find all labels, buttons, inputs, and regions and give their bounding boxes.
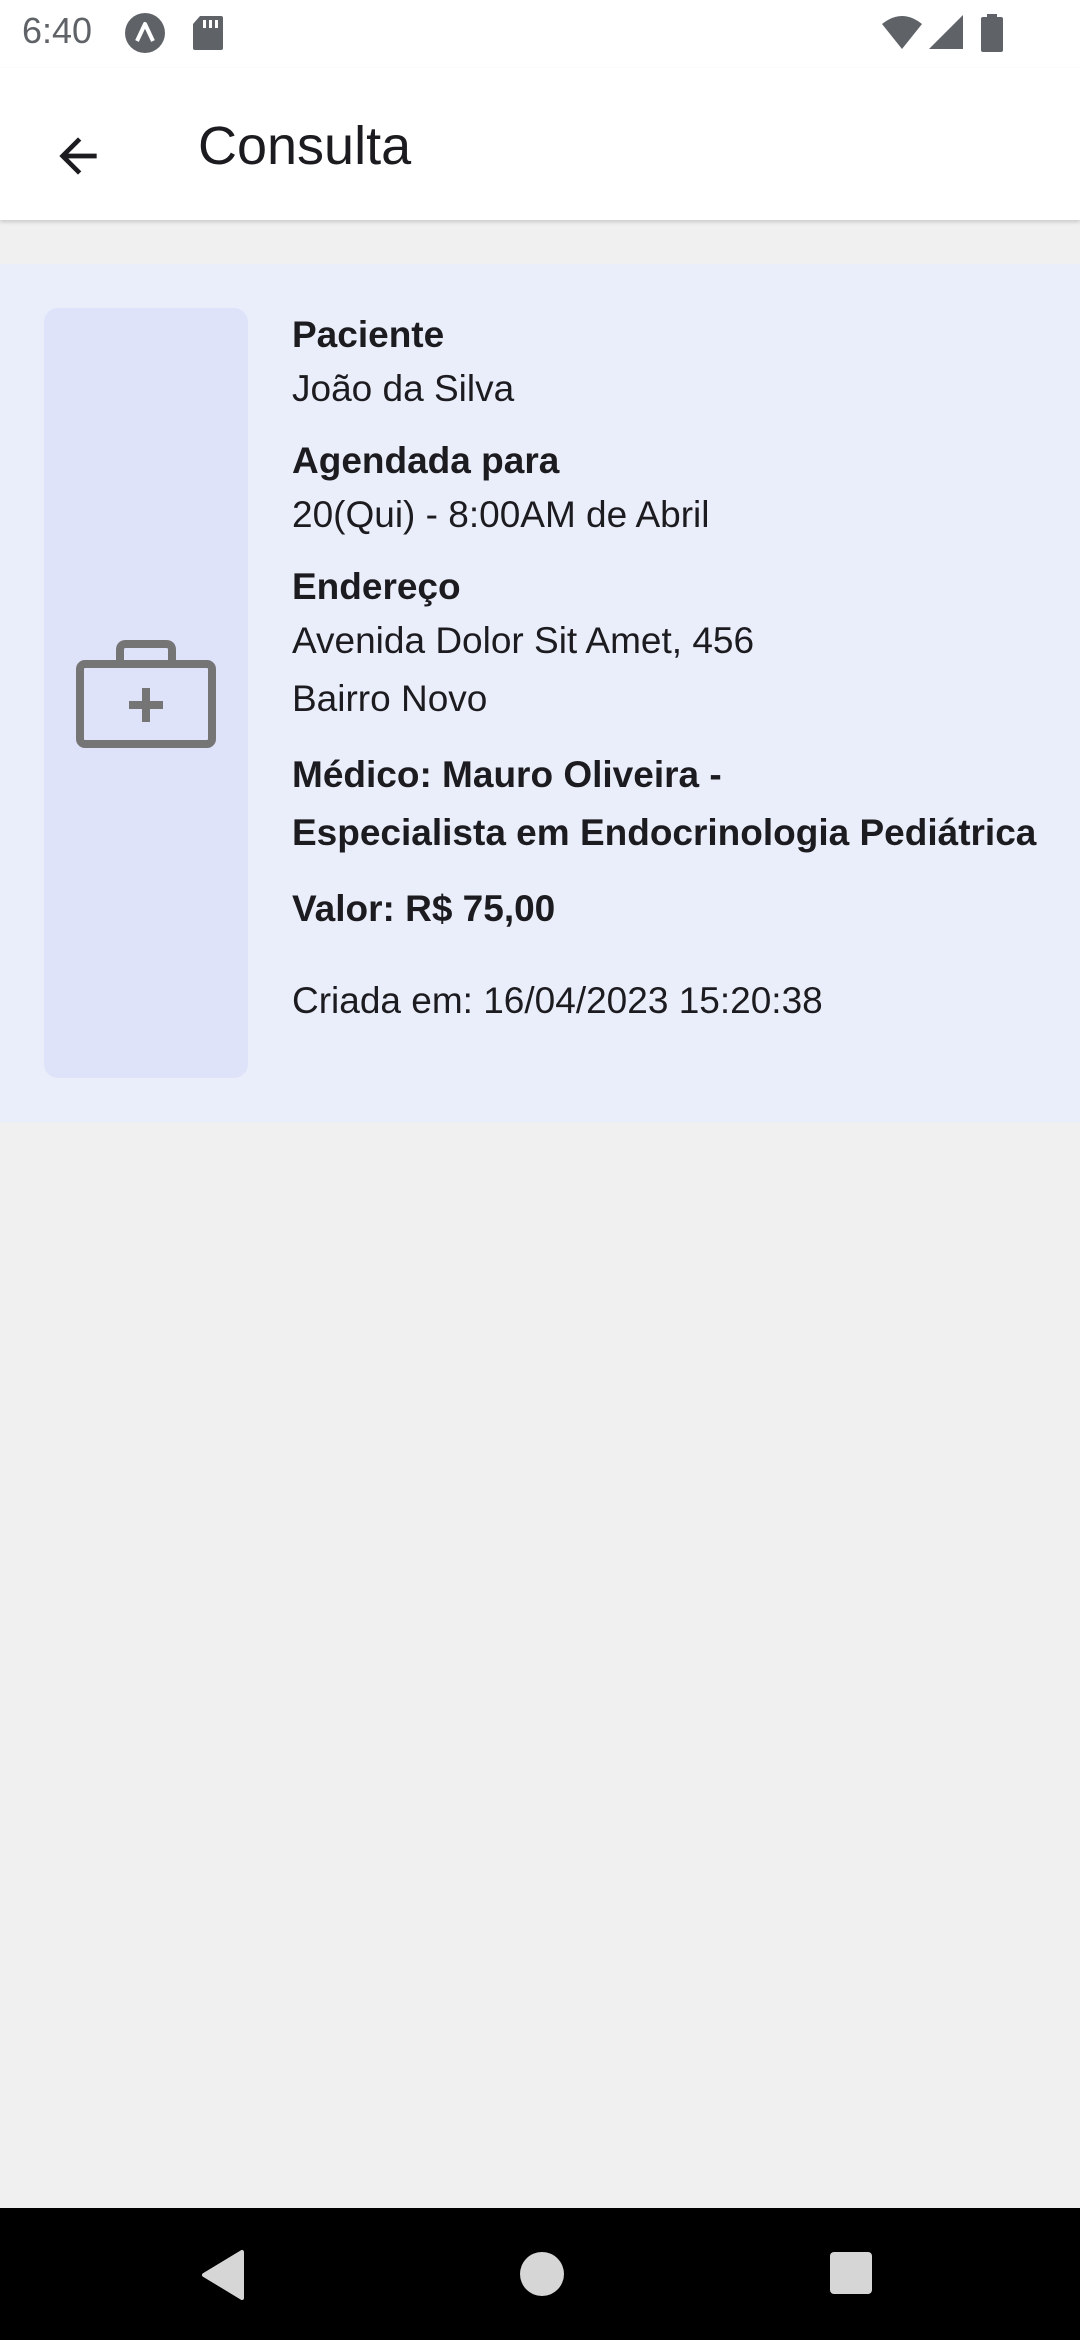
arrow-back-icon bbox=[59, 137, 97, 175]
status-bar: 6:40 bbox=[0, 0, 1080, 68]
scheduled-value: 20(Qui) - 8:00AM de Abril bbox=[292, 494, 710, 535]
sd-card-icon bbox=[192, 15, 224, 51]
price-value: Valor: R$ 75,00 bbox=[292, 888, 556, 929]
appointment-card[interactable]: Paciente João da Silva Agendada para 20(… bbox=[0, 264, 1080, 1122]
battery-icon bbox=[980, 14, 1004, 52]
nav-home-icon[interactable] bbox=[516, 2248, 568, 2300]
appointment-details: Paciente João da Silva Agendada para 20(… bbox=[292, 310, 1052, 1030]
system-nav-bar bbox=[0, 2208, 1080, 2340]
address-section: Endereço Avenida Dolor Sit Amet, 456 Bai… bbox=[292, 562, 1052, 728]
page-title: Consulta bbox=[198, 116, 412, 176]
patient-label: Paciente bbox=[292, 314, 445, 355]
address-line1: Avenida Dolor Sit Amet, 456 bbox=[292, 620, 755, 661]
back-button[interactable] bbox=[30, 108, 126, 204]
patient-name: João da Silva bbox=[292, 368, 515, 409]
nav-recents-icon[interactable] bbox=[828, 2250, 874, 2296]
medical-kit-icon bbox=[76, 640, 216, 748]
appointment-icon-panel bbox=[44, 308, 248, 1078]
scheduled-label: Agendada para bbox=[292, 440, 560, 481]
created-at: Criada em: 16/04/2023 15:20:38 bbox=[292, 980, 823, 1021]
app-notification-icon bbox=[124, 12, 166, 54]
nav-back-icon[interactable] bbox=[198, 2248, 250, 2302]
signal-icon bbox=[928, 14, 964, 50]
address-line2: Bairro Novo bbox=[292, 678, 488, 719]
schedule-section: Agendada para 20(Qui) - 8:00AM de Abril bbox=[292, 436, 1052, 544]
doctor-line1: Médico: Mauro Oliveira - bbox=[292, 754, 722, 795]
wifi-icon bbox=[882, 16, 922, 50]
doctor-section: Médico: Mauro Oliveira - Especialista em… bbox=[292, 746, 1052, 862]
app-bar: Consulta bbox=[0, 68, 1080, 220]
status-time: 6:40 bbox=[22, 10, 93, 51]
address-label: Endereço bbox=[292, 566, 461, 607]
doctor-line2: Especialista em Endocrinologia Pediátric… bbox=[292, 812, 1037, 853]
patient-section: Paciente João da Silva bbox=[292, 310, 1052, 418]
